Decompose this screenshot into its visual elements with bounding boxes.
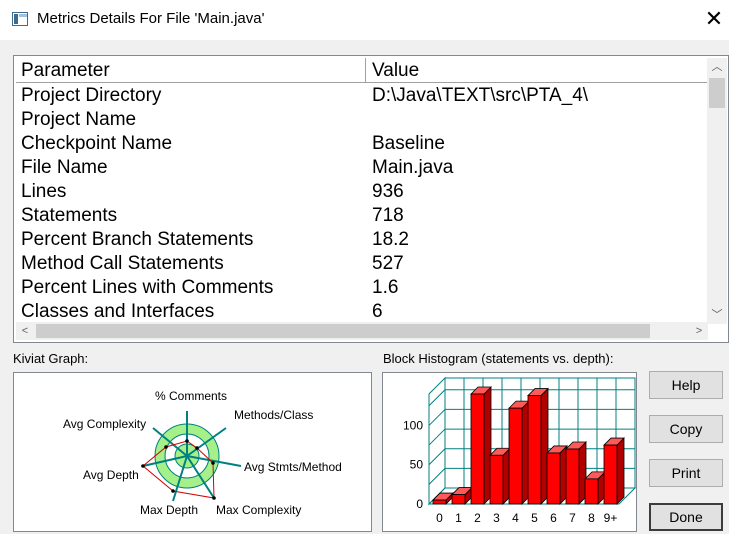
row-parameter: Percent Branch Statements	[21, 229, 254, 250]
table-row[interactable]: Lines 936	[16, 180, 708, 204]
horizontal-scroll-thumb[interactable]	[36, 324, 650, 338]
histogram-y-tick-label: 100	[403, 418, 423, 432]
row-value: 1.6	[372, 277, 399, 298]
histogram-bar	[527, 395, 542, 505]
scroll-up-icon[interactable]: ︿	[707, 58, 727, 76]
row-parameter: Checkpoint Name	[21, 133, 173, 154]
histogram-bar	[432, 499, 447, 505]
histogram-bar	[584, 478, 599, 505]
histogram-gridline	[428, 468, 446, 485]
histogram-x-tick-label: 2	[474, 511, 481, 525]
table-row[interactable]: Project Directory D:\Java\TEXT\src\PTA_4\	[16, 84, 708, 108]
table-row[interactable]: Percent Branch Statements 18.2	[16, 228, 708, 252]
histogram-svg: 0501000 1 2 3 4 5 6 7 8 9+	[403, 376, 636, 525]
scroll-right-icon[interactable]: >	[690, 322, 708, 340]
histogram-bar	[451, 494, 466, 505]
histogram-x-tick-label: 7	[569, 511, 576, 525]
kiviat-label: Kiviat Graph:	[13, 351, 89, 366]
axis-label-comments: % Comments	[155, 389, 227, 403]
header-parameter-cell[interactable]: Parameter	[16, 58, 366, 82]
table-row[interactable]: File Name Main.java	[16, 156, 708, 180]
scroll-down-icon[interactable]: ﹀	[707, 306, 727, 324]
metrics-table[interactable]: Parameter Value Project Directory D:\Java…	[13, 55, 729, 343]
histogram-x-tick-label: 9+	[604, 511, 618, 525]
table-row[interactable]: Project Name	[16, 108, 708, 132]
axis-label-max-depth: Max Depth	[140, 503, 198, 517]
histogram-gridline	[428, 409, 446, 426]
vertical-scrollbar[interactable]: ︿ ﹀	[707, 58, 727, 324]
window-title: Metrics Details For File 'Main.java'	[37, 10, 265, 27]
histogram-y-tick-label: 50	[410, 458, 424, 472]
histogram-x-tick-label: 3	[493, 511, 500, 525]
kiviat-svg: % Comments Methods/Class Avg Stmts/Metho…	[63, 389, 342, 517]
kiviat-graph: % Comments Methods/Class Avg Stmts/Metho…	[13, 372, 372, 532]
table-row[interactable]: Checkpoint Name Baseline	[16, 132, 708, 156]
histogram-bar	[470, 393, 485, 505]
histogram-x-tick-label: 0	[436, 511, 443, 525]
row-parameter: Classes and Interfaces	[21, 301, 215, 322]
histogram-bar	[508, 407, 523, 505]
row-parameter: Percent Lines with Comments	[21, 277, 274, 298]
axis-label-avg-complexity: Avg Complexity	[63, 417, 146, 431]
table-row[interactable]: Percent Lines with Comments 1.6	[16, 276, 708, 300]
block-histogram: 0 50 100 0 1 2 3 4 5 6 7 8 9+	[382, 372, 637, 532]
print-button[interactable]: Print	[649, 459, 723, 487]
histogram-bar	[546, 452, 561, 505]
row-value: 6	[372, 301, 383, 322]
table-row[interactable]: Method Call Statements 527	[16, 252, 708, 276]
row-parameter: Method Call Statements	[21, 253, 224, 274]
histogram-x-tick-label: 6	[550, 511, 557, 525]
axis-label-methods: Methods/Class	[234, 408, 313, 422]
histogram-bar	[565, 448, 580, 505]
histogram-side-wall	[428, 376, 446, 506]
row-value: Baseline	[372, 133, 445, 154]
row-value: Main.java	[372, 157, 454, 178]
histogram-gridline	[428, 428, 446, 446]
row-parameter: Project Directory	[21, 85, 162, 106]
row-value: 18.2	[372, 229, 409, 250]
row-parameter: Statements	[21, 205, 118, 226]
table-rows: Project Directory D:\Java\TEXT\src\PTA_4\…	[16, 84, 708, 324]
help-button[interactable]: Help	[649, 371, 723, 399]
row-value: 936	[372, 181, 404, 202]
axis-label-max-complexity: Max Complexity	[216, 503, 301, 517]
scroll-left-icon[interactable]: <	[16, 322, 34, 340]
row-parameter: Lines	[21, 181, 67, 202]
header-parameter: Parameter	[21, 60, 110, 81]
row-parameter: Project Name	[21, 109, 137, 130]
histogram-x-tick-label: 5	[531, 511, 538, 525]
app-icon	[12, 12, 28, 26]
copy-button[interactable]: Copy	[649, 415, 723, 443]
histogram-x-tick-label: 4	[512, 511, 519, 525]
table-row[interactable]: Statements 718	[16, 204, 708, 228]
axis-label-avg-stmts: Avg Stmts/Method	[244, 460, 342, 474]
row-value: 527	[372, 253, 404, 274]
close-button[interactable]: ✕	[700, 4, 728, 34]
histogram-bar	[603, 444, 618, 505]
title-bar: Metrics Details For File 'Main.java' ✕	[0, 0, 729, 40]
histogram-x-tick-label: 8	[588, 511, 595, 525]
histogram-label: Block Histogram (statements vs. depth):	[383, 351, 614, 366]
histogram-bar	[489, 454, 504, 505]
histogram-y-tick-label: 0	[416, 497, 423, 511]
histogram-bar-side	[616, 437, 625, 505]
header-value[interactable]: Value	[372, 60, 419, 82]
row-value: 718	[372, 205, 404, 226]
histogram-gridline	[428, 448, 446, 466]
row-value: D:\Java\TEXT\src\PTA_4\	[372, 85, 589, 106]
histogram-x-tick-label: 1	[455, 511, 462, 525]
row-parameter: File Name	[21, 157, 108, 178]
horizontal-scrollbar[interactable]: < >	[16, 322, 708, 340]
done-button[interactable]: Done	[649, 503, 723, 531]
axis-label-avg-depth: Avg Depth	[83, 468, 139, 482]
table-row[interactable]: Classes and Interfaces 6	[16, 300, 708, 324]
vertical-scroll-thumb[interactable]	[709, 78, 725, 108]
table-header: Parameter Value	[16, 58, 708, 83]
